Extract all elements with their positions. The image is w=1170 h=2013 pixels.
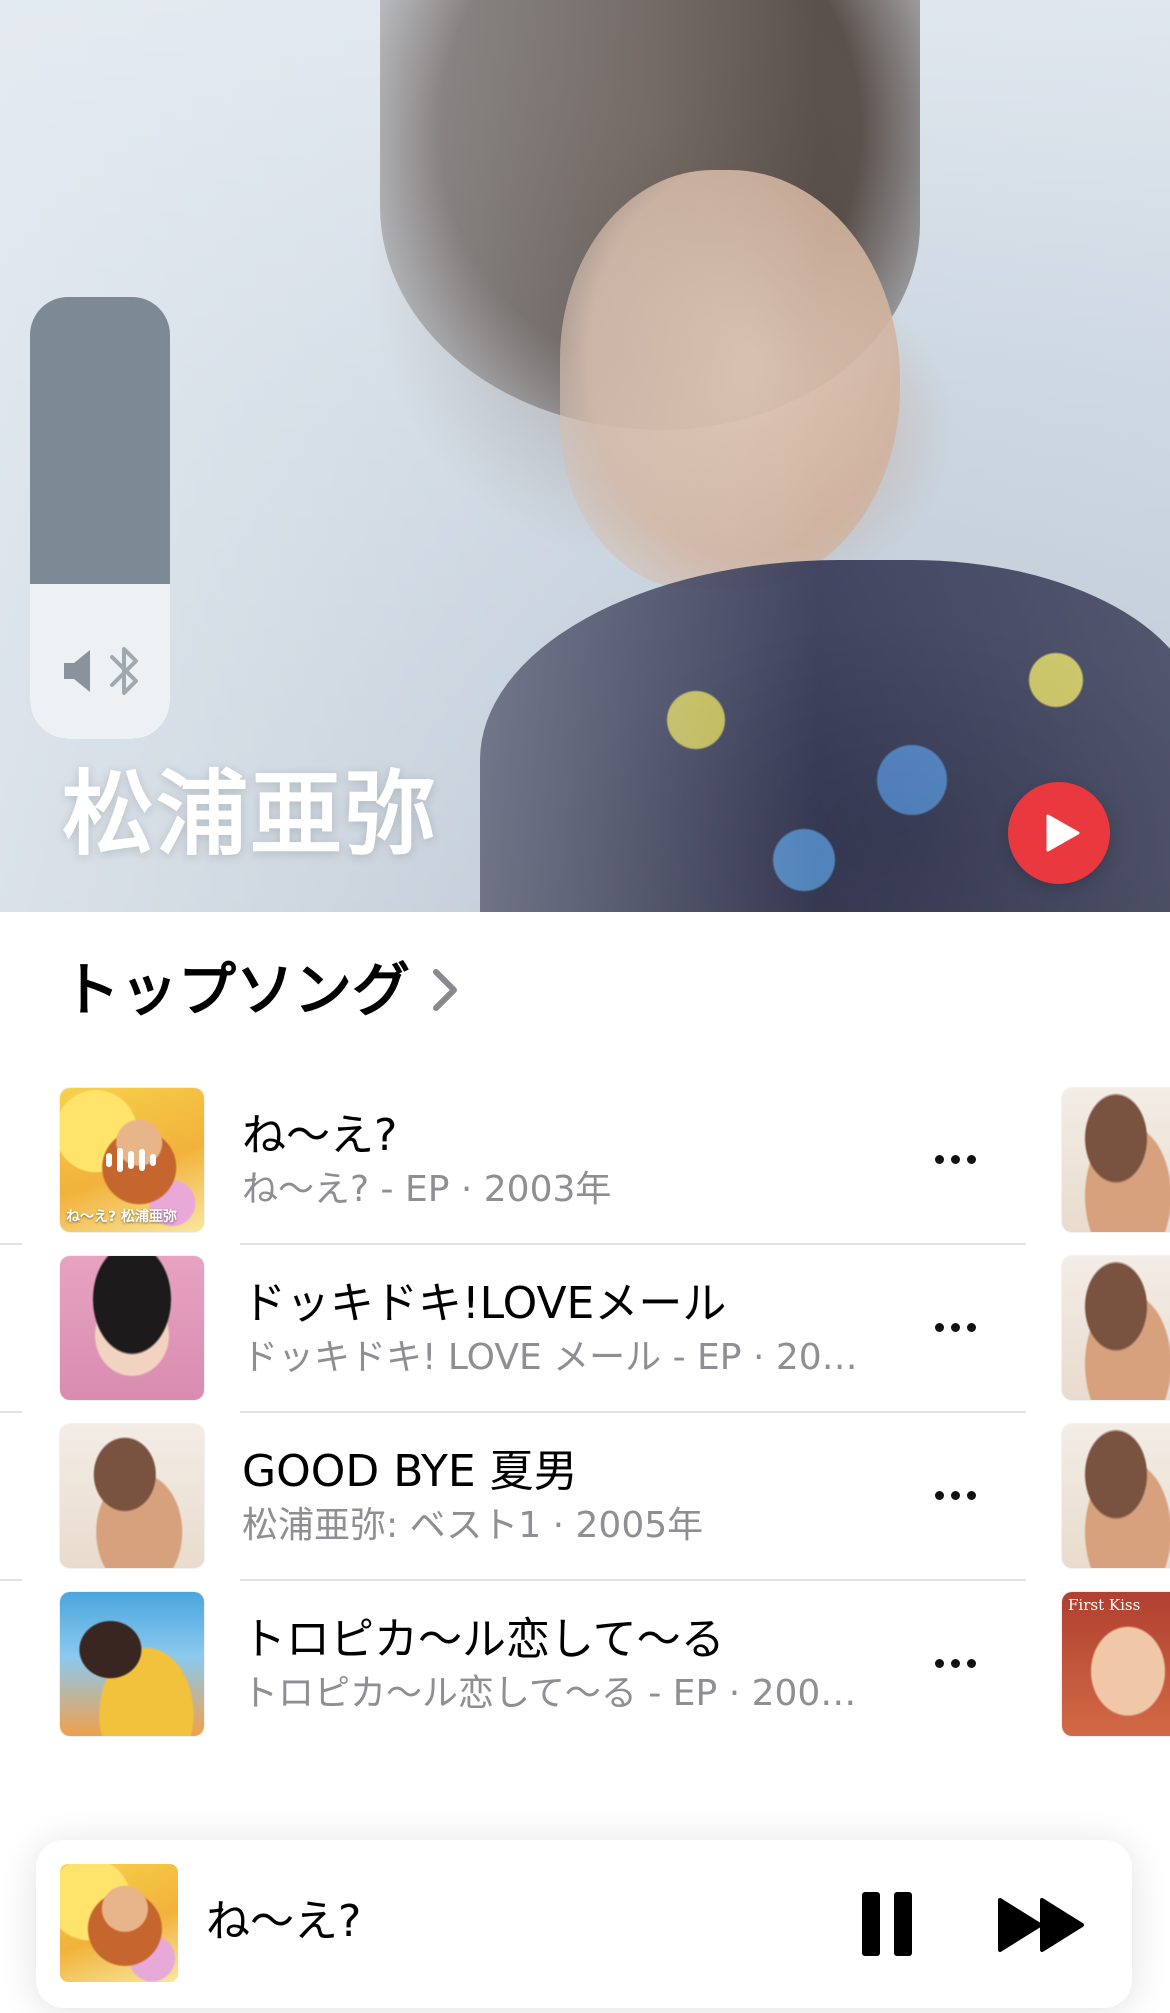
song-subtitle: ドッキドキ! LOVE メール - EP · 20… bbox=[242, 1337, 858, 1378]
song-subtitle: ね〜え? - EP · 2003年 bbox=[242, 1169, 612, 1210]
pause-button[interactable] bbox=[862, 1892, 922, 1956]
next-column-cover[interactable] bbox=[1062, 1256, 1170, 1400]
next-column-cover[interactable] bbox=[1062, 1424, 1170, 1568]
row-divider-left bbox=[0, 1243, 22, 1245]
chevron-right-icon bbox=[433, 969, 458, 1011]
artist-hero-image: 松浦亜弥 bbox=[0, 0, 1170, 912]
more-options-button[interactable] bbox=[928, 1480, 982, 1510]
cover-caption: First Kiss bbox=[1068, 1596, 1141, 1614]
more-options-button[interactable] bbox=[928, 1144, 982, 1174]
row-divider bbox=[240, 1579, 1026, 1581]
section-title: トップソング bbox=[62, 956, 411, 1024]
song-title: トロピカ〜ル恋して〜る bbox=[242, 1614, 725, 1665]
song-row[interactable]: ね〜え? 松浦亜弥 ね〜え? ね〜え? - EP · 2003年 bbox=[0, 1088, 1170, 1256]
more-options-button[interactable] bbox=[928, 1312, 982, 1342]
next-column-cover[interactable]: First Kiss bbox=[1062, 1592, 1170, 1736]
song-subtitle: トロピカ〜ル恋して〜る - EP · 200… bbox=[242, 1673, 857, 1714]
row-divider-left bbox=[0, 1579, 22, 1581]
song-row[interactable]: ドッキドキ!LOVEメール ドッキドキ! LOVE メール - EP · 20… bbox=[0, 1256, 1170, 1424]
album-cover bbox=[60, 1424, 204, 1568]
pause-icon bbox=[894, 1892, 912, 1956]
song-row[interactable]: GOOD BYE 夏男 松浦亜弥: ベスト1 · 2005年 bbox=[0, 1424, 1170, 1592]
album-cover bbox=[60, 1592, 204, 1736]
album-cover: ね〜え? 松浦亜弥 bbox=[60, 1088, 204, 1232]
mini-player[interactable]: ね〜え? bbox=[36, 1840, 1132, 2008]
speaker-icon bbox=[64, 650, 90, 692]
row-divider-left bbox=[0, 1411, 22, 1413]
song-row[interactable]: トロピカ〜ル恋して〜る トロピカ〜ル恋して〜る - EP · 200… bbox=[0, 1592, 1170, 1760]
forward-button[interactable] bbox=[996, 1896, 1088, 1954]
play-artist-button[interactable] bbox=[1008, 782, 1110, 884]
top-songs-header[interactable]: トップソング bbox=[62, 955, 458, 1025]
song-title: GOOD BYE 夏男 bbox=[242, 1446, 578, 1497]
album-cover bbox=[60, 1256, 204, 1400]
pause-icon bbox=[862, 1892, 880, 1956]
now-playing-cover bbox=[60, 1864, 178, 1982]
more-options-button[interactable] bbox=[928, 1648, 982, 1678]
cover-caption: ね〜え? 松浦亜弥 bbox=[66, 1209, 177, 1225]
row-divider bbox=[240, 1411, 1026, 1413]
bluetooth-icon bbox=[110, 647, 138, 695]
song-title: ドッキドキ!LOVEメール bbox=[242, 1278, 727, 1329]
song-title: ね〜え? bbox=[242, 1110, 398, 1161]
now-playing-title: ね〜え? bbox=[206, 1896, 362, 1947]
play-icon bbox=[1046, 814, 1080, 852]
song-subtitle: 松浦亜弥: ベスト1 · 2005年 bbox=[242, 1505, 704, 1546]
artist-name: 松浦亜弥 bbox=[62, 761, 439, 868]
row-divider bbox=[240, 1243, 1026, 1245]
now-playing-indicator-icon bbox=[106, 1148, 156, 1172]
next-column-cover[interactable] bbox=[1062, 1088, 1170, 1232]
volume-slider[interactable] bbox=[30, 297, 170, 739]
